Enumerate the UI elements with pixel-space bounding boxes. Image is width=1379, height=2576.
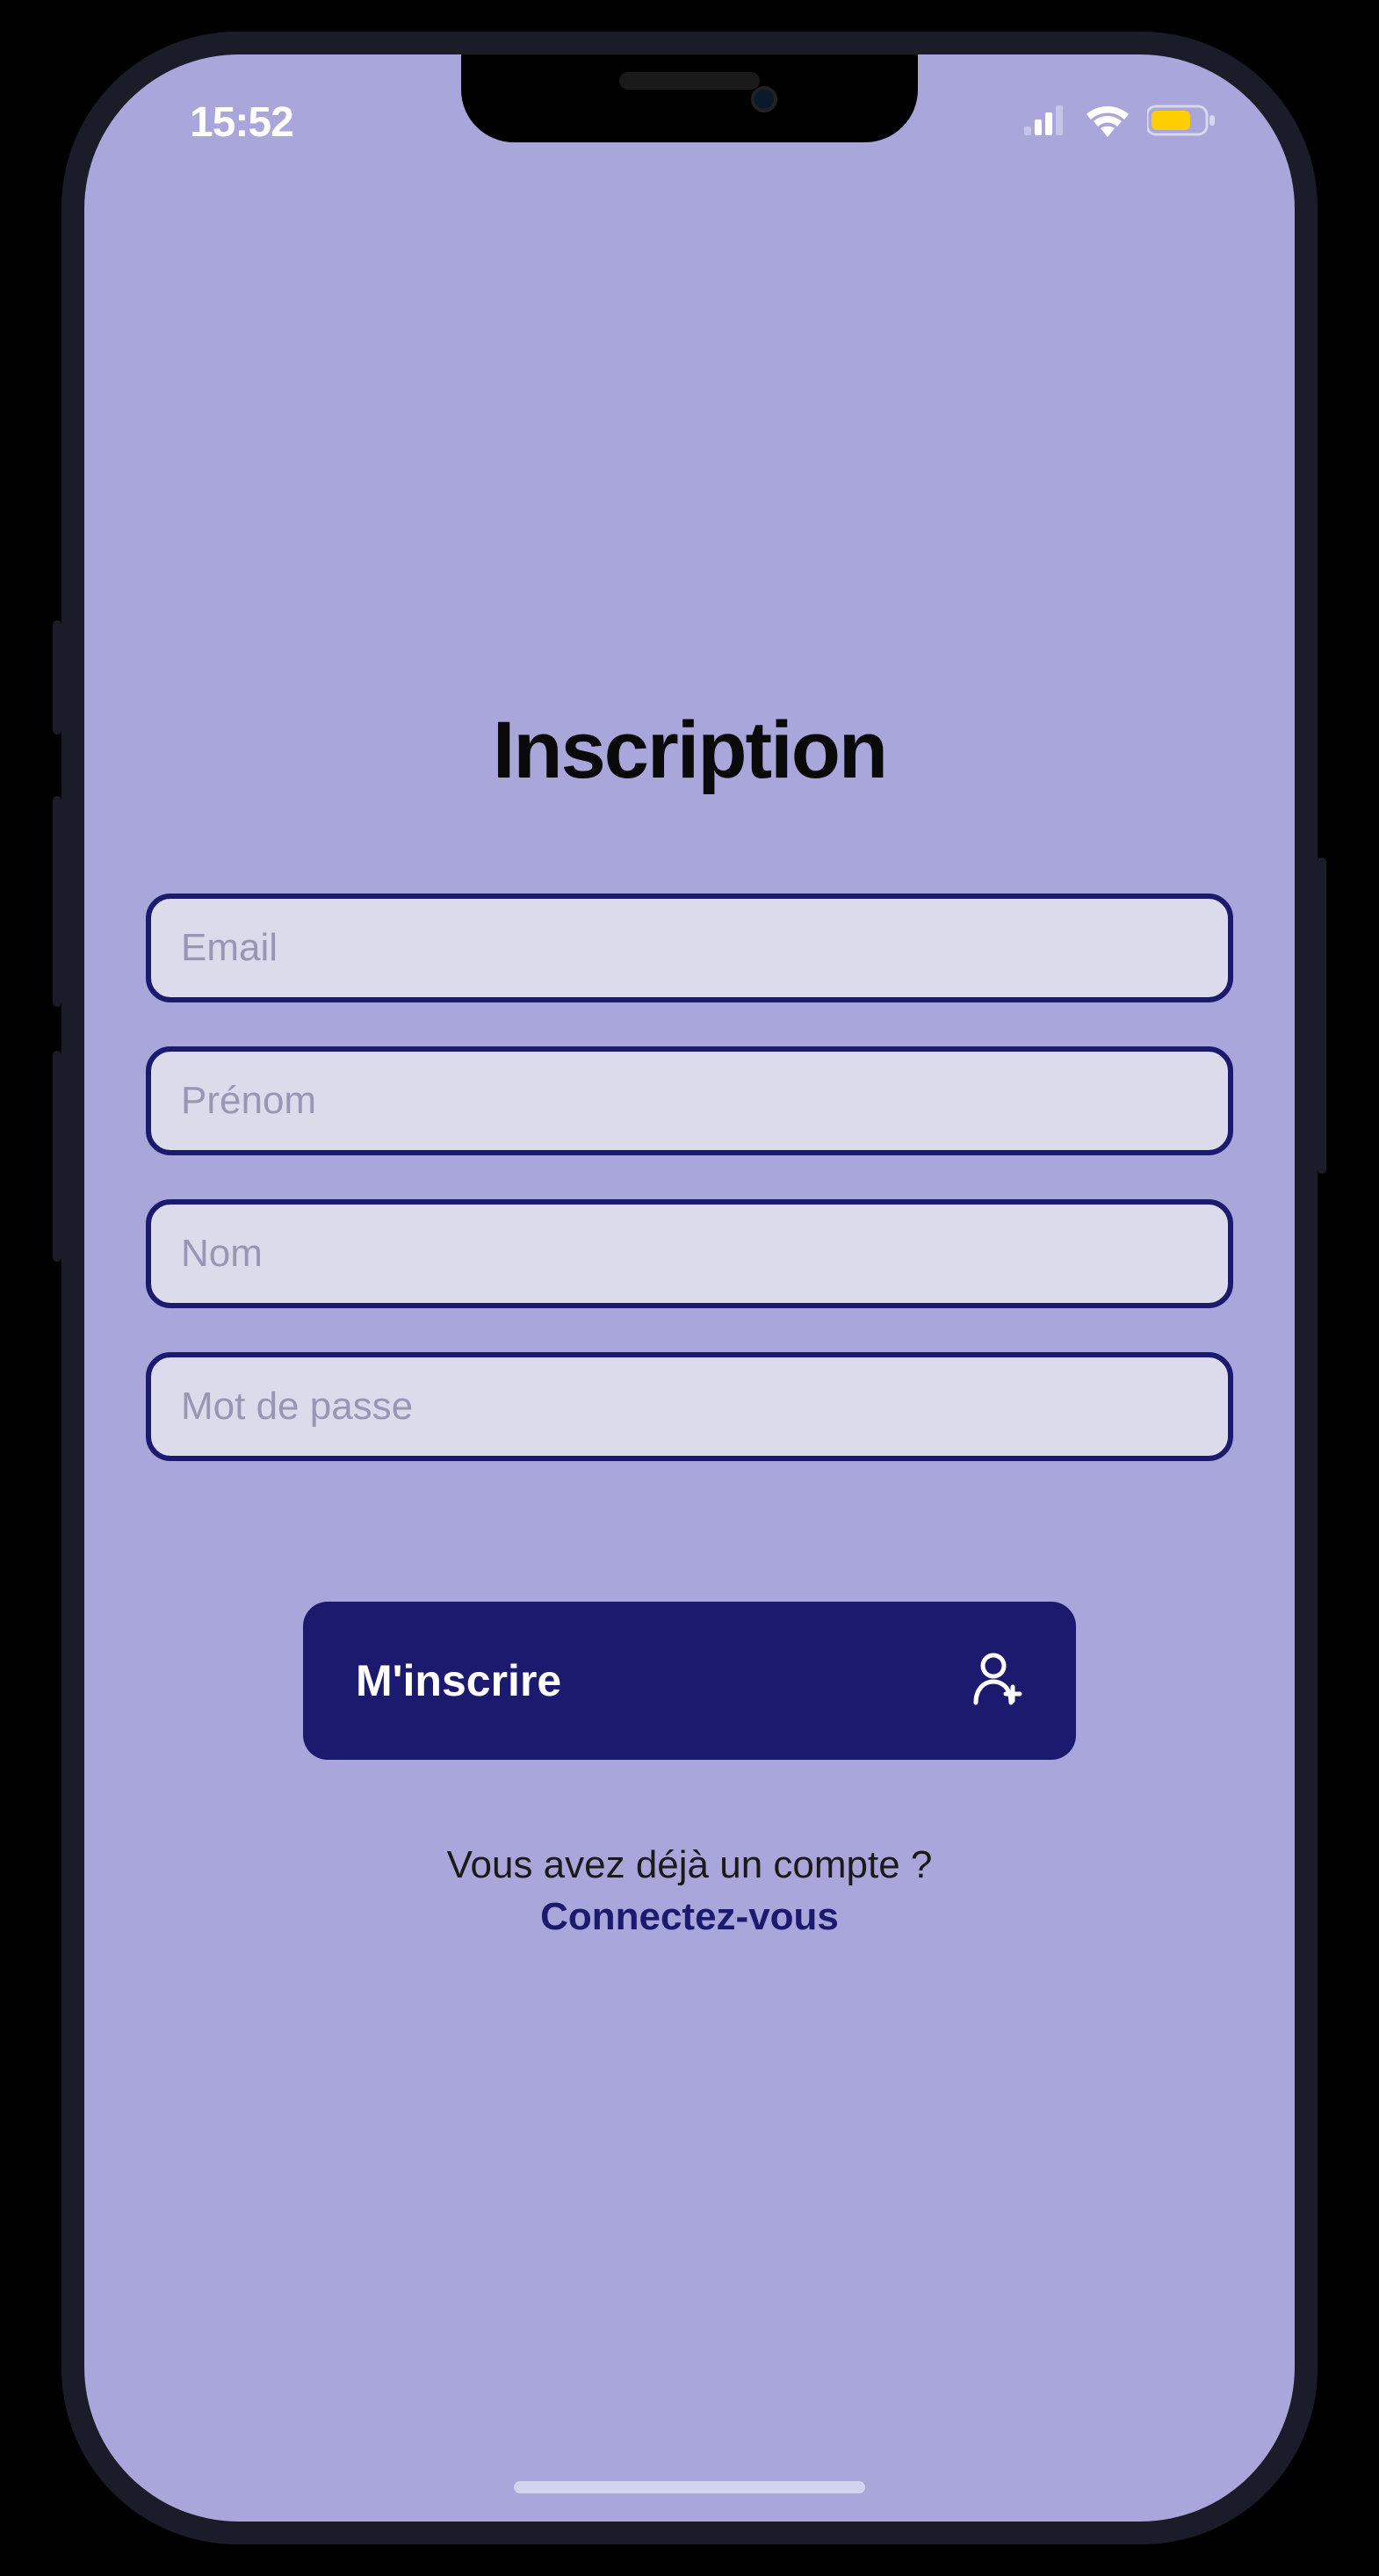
power-button	[1318, 857, 1326, 1174]
screen: 15:52	[84, 54, 1295, 2522]
user-add-icon	[971, 1652, 1023, 1711]
password-field[interactable]	[146, 1352, 1233, 1461]
phone-frame: 15:52	[61, 32, 1318, 2544]
signup-button[interactable]: M'inscrire	[303, 1602, 1076, 1760]
notch	[461, 54, 918, 142]
front-camera	[751, 86, 777, 112]
volume-down-button	[53, 1051, 61, 1262]
email-field[interactable]	[146, 894, 1233, 1002]
signup-screen: Inscription M'inscrire	[84, 54, 1295, 2522]
status-icons	[1024, 104, 1216, 141]
signup-button-label: M'inscrire	[356, 1655, 561, 1706]
firstname-field[interactable]	[146, 1046, 1233, 1155]
notch-speaker	[619, 72, 760, 90]
login-prompt-question: Vous avez déjà un compte ?	[146, 1839, 1233, 1891]
page-title: Inscription	[146, 705, 1233, 797]
volume-up-button	[53, 796, 61, 1007]
signup-form: M'inscrire	[146, 894, 1233, 1760]
battery-icon	[1147, 105, 1216, 141]
volume-silence-switch	[53, 620, 61, 734]
login-prompt: Vous avez déjà un compte ? Connectez-vou…	[146, 1839, 1233, 1943]
status-time: 15:52	[190, 98, 293, 147]
lastname-field[interactable]	[146, 1199, 1233, 1308]
cellular-signal-icon	[1024, 105, 1068, 140]
home-indicator[interactable]	[514, 2481, 865, 2493]
wifi-icon	[1084, 104, 1131, 141]
login-link[interactable]: Connectez-vous	[146, 1891, 1233, 1943]
